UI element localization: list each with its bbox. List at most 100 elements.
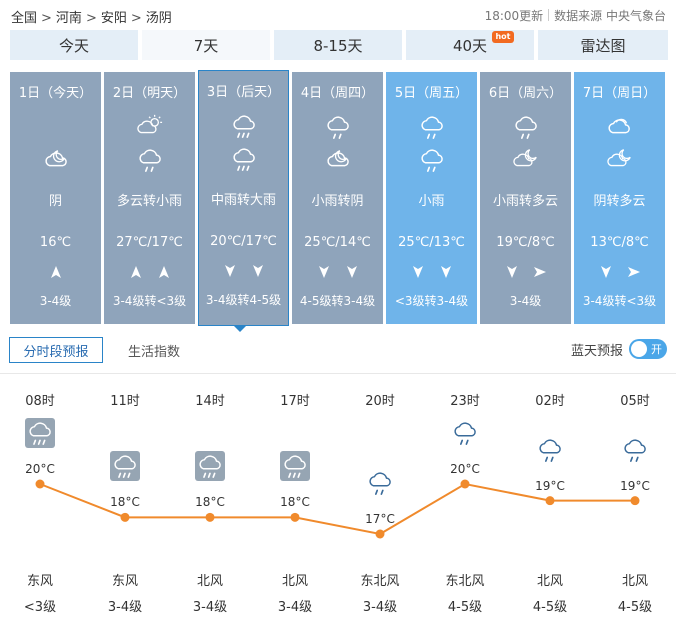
hour-wind-direction: 东风 [111, 574, 139, 589]
hour-wind-direction: 北风 [536, 574, 564, 589]
wind-direction [386, 264, 477, 283]
tab-radar[interactable]: 雷达图 [538, 30, 668, 60]
down-arrow-icon [599, 264, 613, 283]
tab-hourly-forecast[interactable]: 分时段预报 [9, 337, 103, 363]
hour-label: 08时 [25, 394, 55, 409]
wind-level: 3-4级 [509, 294, 542, 308]
temperature-point [290, 512, 300, 522]
light-rain-icon [418, 147, 446, 173]
wind-direction [10, 264, 101, 283]
day-card[interactable]: 1日（今天） 阴 16℃ 3-4级 [10, 72, 101, 324]
seven-day-forecast: 1日（今天） 阴 16℃ 3-4级 2日（明天） 多云转小雨 27℃/17℃ 3-4级转<3级… [10, 70, 668, 326]
hour-temperature: 19°C [620, 478, 650, 493]
breadcrumb-item-province[interactable]: 河南 [56, 7, 82, 26]
tab-8-15-days[interactable]: 8-15天 [274, 30, 402, 60]
down-arrow-icon [505, 264, 519, 283]
temperature-range: 13℃/8℃ [590, 235, 649, 250]
down-arrow-icon [439, 264, 453, 283]
day-card[interactable]: 2日（明天） 多云转小雨 27℃/17℃ 3-4级转<3级 [104, 72, 195, 324]
wind-direction [292, 264, 383, 283]
partly-cloudy-moon-icon [512, 147, 540, 173]
temperature-range: 19℃/8℃ [496, 235, 555, 250]
hour-temperature: 18°C [110, 495, 140, 510]
breadcrumb-item-city[interactable]: 安阳 [101, 7, 127, 26]
day-card[interactable]: 3日（后天） 中雨转大雨 20℃/17℃ 3-4级转4-5级 [198, 70, 289, 326]
right-arrow-icon [533, 264, 547, 283]
temperature-point [375, 529, 385, 539]
day-name: 4日（周四） [300, 86, 375, 101]
weather-condition: 小雨转阴 [311, 194, 364, 209]
breadcrumb-item-county: 汤阴 [145, 11, 172, 26]
wind-direction [574, 264, 665, 283]
temperature-point [630, 496, 640, 506]
breadcrumb-item-country[interactable]: 全国 [11, 7, 37, 26]
hour-temperature: 20°C [25, 462, 55, 476]
overcast-moon-icon [324, 147, 352, 173]
light-rain-icon [512, 114, 540, 140]
hour-temperature: 19°C [535, 478, 565, 493]
hour-temperature: 20°C [450, 462, 480, 476]
weather-condition: 小雨 [418, 194, 445, 209]
update-time: 18:00更新 [484, 9, 544, 23]
hour-wind-level: 4-5级 [447, 600, 483, 615]
wind-level: 4-5级转3-4级 [299, 294, 376, 308]
selected-day-pointer [234, 326, 246, 332]
up-arrow-icon [129, 264, 143, 283]
weather-condition: 多云转小雨 [116, 194, 182, 209]
temperature-range: 20℃/17℃ [210, 234, 277, 249]
tab-label: 8-15天 [313, 36, 363, 55]
tab-40-days[interactable]: 40天 hot [406, 30, 534, 60]
blue-sky-toggle[interactable]: 开 [629, 339, 667, 359]
light-rain-icon [324, 114, 352, 140]
hour-wind-level: 4-5级 [617, 600, 653, 615]
day-name: 6日（周六） [488, 86, 563, 101]
down-arrow-icon [223, 263, 237, 282]
day-card[interactable]: 4日（周四） 小雨转阴 25℃/14℃ 4-5级转3-4级 [292, 72, 383, 324]
hour-wind-direction: 东北风 [360, 574, 400, 589]
hour-label: 17时 [280, 394, 310, 409]
moderate-rain-icon [280, 451, 310, 482]
tab-label: 今天 [58, 36, 89, 55]
day-name: 5日（周五） [394, 86, 469, 101]
toggle-label: 开 [651, 343, 662, 356]
temperature-range: 25℃/14℃ [304, 235, 371, 250]
day-card[interactable]: 7日（周日） 阴转多云 13℃/8℃ 3-4级转<3级 [574, 72, 665, 324]
down-arrow-icon [411, 264, 425, 283]
temperature-line-chart [35, 479, 640, 539]
light-rain-icon [620, 435, 650, 465]
day-name: 3日（后天） [206, 85, 281, 100]
forecast-tabs: 今天 7天 8-15天 40天 hot 雷达图 [10, 30, 668, 60]
hour-wind-level: 3-4级 [192, 600, 228, 615]
day-name: 7日（周日） [582, 86, 657, 101]
hour-label: 11时 [110, 394, 140, 409]
toggle-knob [631, 341, 647, 357]
breadcrumb-separator: > [130, 11, 142, 26]
hour-wind-direction: 东北风 [445, 574, 485, 589]
hour-wind-direction: 北风 [621, 574, 649, 589]
light-rain-icon [365, 468, 395, 498]
wind-level: 3-4级转<3级 [582, 294, 657, 308]
day-card[interactable]: 5日（周五） 小雨 25℃/13℃ <3级转3-4级 [386, 72, 477, 324]
tab-today[interactable]: 今天 [10, 30, 138, 60]
data-source: 数据来源 中央气象台 [554, 9, 666, 23]
temperature-range: 16℃ [39, 235, 72, 250]
breadcrumb-separator: > [41, 11, 52, 26]
hour-temperature: 18°C [195, 495, 225, 510]
light-rain-icon [136, 147, 164, 173]
temperature-point [35, 479, 45, 489]
overcast-icon [606, 114, 634, 140]
hour-label: 02时 [535, 394, 565, 409]
hour-wind-level: <3级 [23, 600, 57, 615]
hour-wind-direction: 北风 [281, 574, 309, 589]
heavy-rain-icon [230, 146, 258, 172]
partly-cloudy-sun-icon [136, 114, 164, 140]
tab-7-days[interactable]: 7天 [142, 30, 270, 60]
wind-level: 3-4级转<3级 [112, 294, 187, 308]
weather-condition: 中雨转大雨 [210, 193, 276, 208]
tab-life-index[interactable]: 生活指数 [109, 337, 199, 363]
day-card[interactable]: 6日（周六） 小雨转多云 19℃/8℃ 3-4级 [480, 72, 571, 324]
up-arrow-icon [49, 264, 63, 283]
weather-condition: 阴 [48, 194, 62, 209]
down-arrow-icon [345, 264, 359, 283]
hour-wind-direction: 东风 [26, 574, 54, 589]
